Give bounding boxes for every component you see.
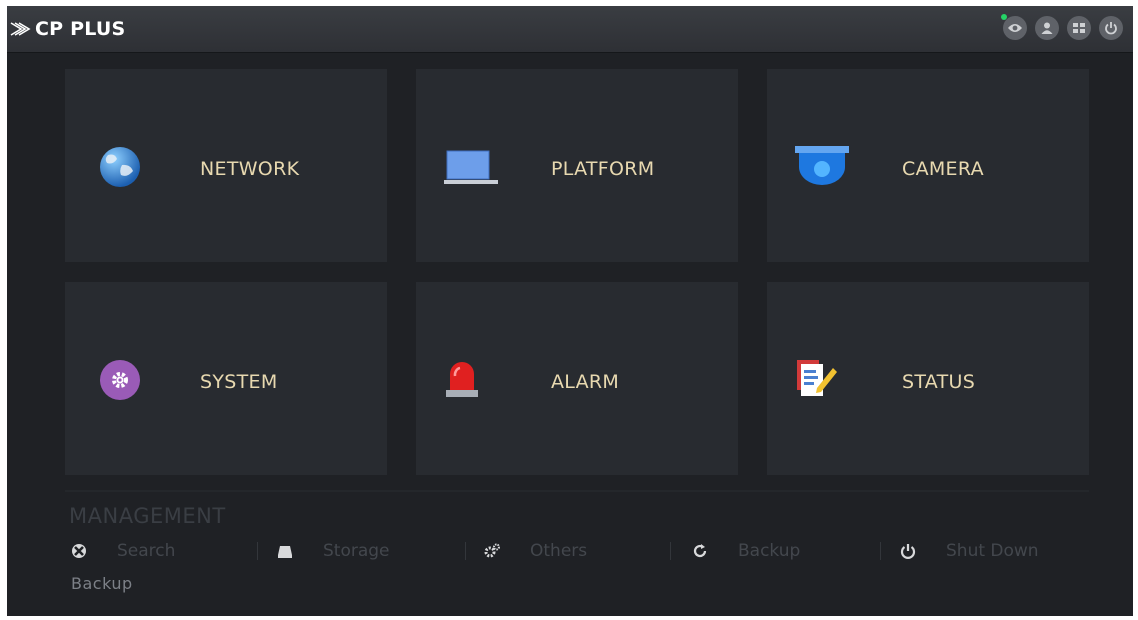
management-search-label: Search — [117, 541, 176, 561]
management-shutdown-label: Shut Down — [946, 541, 1039, 561]
logo: CP PLUS — [9, 17, 125, 41]
top-bar: CP PLUS — [7, 6, 1133, 53]
tile-camera[interactable]: CAMERA — [767, 69, 1089, 262]
logo-mark-icon — [10, 22, 31, 36]
tile-alarm[interactable]: ALARM — [416, 282, 738, 475]
menu-icon[interactable] — [1067, 16, 1091, 40]
tile-status[interactable]: STATUS — [767, 282, 1089, 475]
storage-icon — [277, 543, 293, 559]
refresh-icon — [692, 543, 708, 559]
siren-icon — [444, 358, 498, 402]
tile-network[interactable]: NETWORK — [65, 69, 387, 262]
management-backup[interactable]: Backup — [692, 540, 800, 562]
management-others-label: Others — [530, 541, 588, 561]
document-edit-icon — [795, 358, 849, 402]
management-search[interactable]: Search — [71, 540, 175, 562]
backup-tooltip: Backup — [71, 574, 133, 593]
tile-camera-label: CAMERA — [902, 158, 984, 180]
management-others[interactable]: Others — [484, 540, 587, 562]
management-divider — [465, 542, 466, 560]
top-icon-group — [1001, 14, 1123, 40]
tile-system[interactable]: SYSTEM — [65, 282, 387, 475]
tile-system-label: SYSTEM — [200, 371, 278, 393]
main-menu-window: CP PLUS NETWORK PLATFORM CAMERA SYSTEM A… — [7, 6, 1133, 616]
gear-icon — [93, 358, 147, 402]
management-shutdown[interactable]: Shut Down — [900, 540, 1039, 562]
tile-network-label: NETWORK — [200, 158, 300, 180]
tile-status-label: STATUS — [902, 371, 976, 393]
tile-platform-label: PLATFORM — [551, 158, 655, 180]
eye-icon[interactable] — [1001, 14, 1027, 40]
logo-text: CP PLUS — [35, 18, 126, 40]
management-separator — [65, 490, 1089, 492]
management-title: MANAGEMENT — [69, 504, 226, 528]
tile-alarm-label: ALARM — [551, 371, 620, 393]
laptop-icon — [444, 145, 498, 189]
management-storage-label: Storage — [323, 541, 390, 561]
management-backup-label: Backup — [738, 541, 801, 561]
gears-icon — [484, 543, 500, 559]
dome-camera-icon — [795, 141, 849, 185]
user-icon[interactable] — [1035, 16, 1059, 40]
power-icon — [900, 543, 916, 559]
management-divider — [670, 542, 671, 560]
management-divider — [880, 542, 881, 560]
search-icon — [71, 543, 87, 559]
globe-icon — [93, 145, 147, 189]
management-storage[interactable]: Storage — [277, 540, 390, 562]
tile-platform[interactable]: PLATFORM — [416, 69, 738, 262]
live-indicator — [1001, 14, 1007, 20]
management-divider — [257, 542, 258, 560]
power-icon[interactable] — [1099, 16, 1123, 40]
